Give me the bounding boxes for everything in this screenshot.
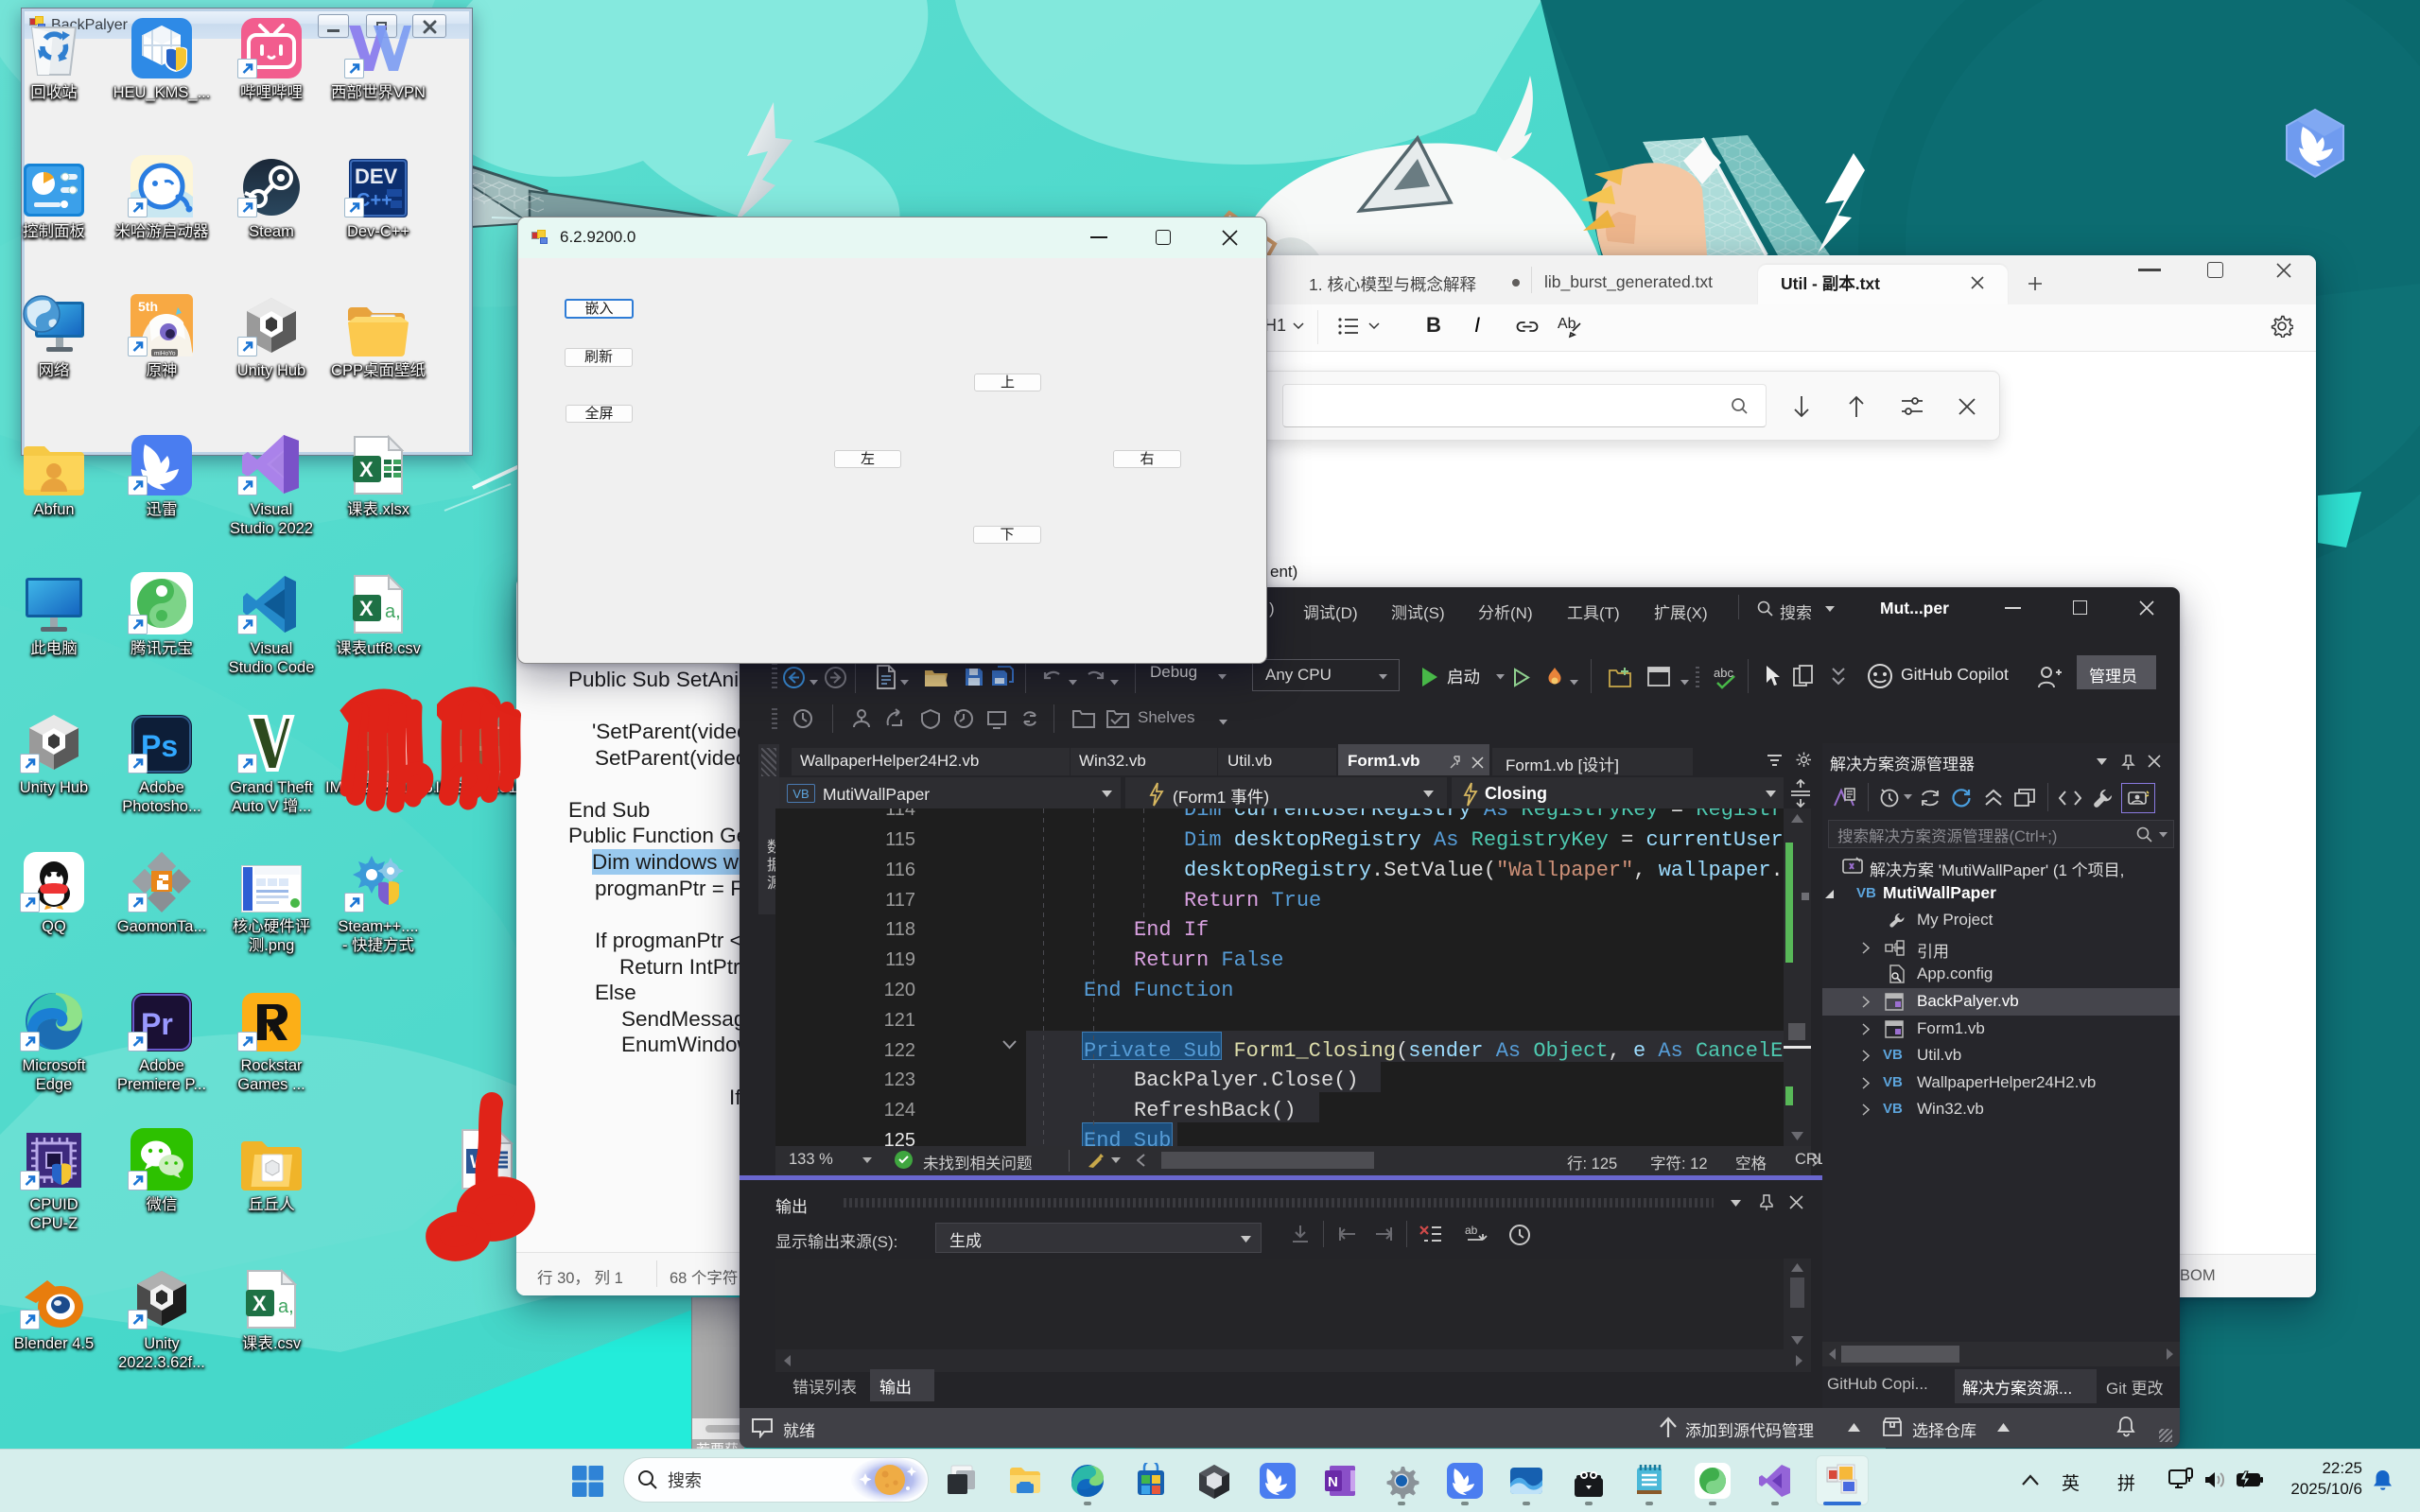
svg-text:X: X	[252, 1292, 267, 1315]
svg-text:X: X	[359, 458, 374, 481]
svg-text:W: W	[470, 1153, 487, 1173]
svg-text:a,: a,	[385, 601, 401, 622]
svg-text:DEV: DEV	[355, 165, 398, 188]
svg-text:N: N	[1328, 1474, 1338, 1490]
svg-text:abc: abc	[1714, 666, 1733, 680]
svg-text:ab: ab	[1465, 1224, 1478, 1237]
svg-text:5th: 5th	[138, 299, 158, 314]
svg-text:a,: a,	[278, 1296, 294, 1317]
svg-text:X: X	[359, 597, 374, 620]
svg-text:miHoYo: miHoYo	[154, 351, 176, 357]
